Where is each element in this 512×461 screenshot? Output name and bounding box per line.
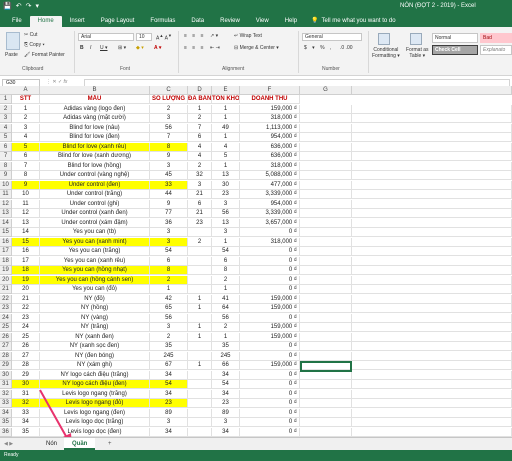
sheet-tab-non[interactable]: Nón [38, 438, 65, 450]
sheet-tab-bar: ◀ ▶ Nón Quần + [0, 437, 512, 450]
sheet-nav-icons[interactable]: ◀ ▶ [4, 441, 13, 447]
sheet-tab-quan[interactable]: Quần [64, 438, 96, 450]
add-sheet-button[interactable]: + [100, 438, 120, 450]
status-bar: Ready [0, 450, 512, 461]
annotation-arrow [39, 389, 72, 446]
